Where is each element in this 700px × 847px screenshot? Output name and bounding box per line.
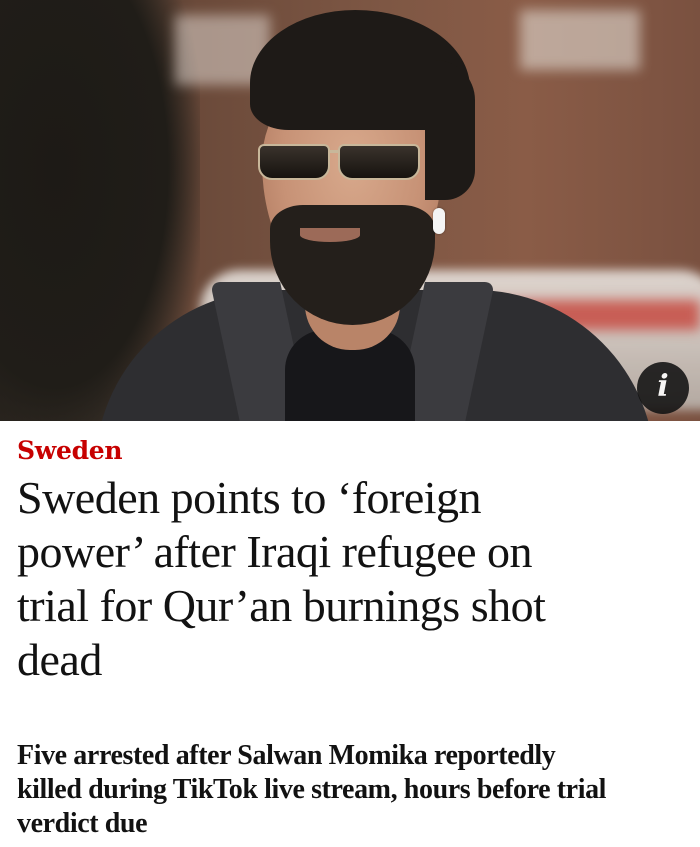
hero-person-mouth [300,228,360,242]
hero-person-earbud [433,208,445,234]
standfirst-line: Five arrested after Salwan Momika report… [17,740,556,771]
section-label[interactable]: Sweden [17,434,123,468]
image-info-button[interactable]: i [637,362,689,414]
article-page: i Sweden Sweden points to ‘foreign power… [0,0,700,847]
hero-person-hair [425,60,475,200]
headline: Sweden points to ‘foreign power’ after I… [17,471,687,687]
headline-line: Sweden points to ‘foreign [17,472,482,523]
info-icon: i [657,369,669,404]
standfirst-line: verdict due [17,808,148,839]
headline-line: dead [17,634,102,685]
standfirst: Five arrested after Salwan Momika report… [17,739,697,841]
standfirst-line: killed during TikTok live stream, hours … [17,774,607,805]
headline-line: power’ after Iraqi refugee on [17,526,533,577]
hero-person-sunglasses [258,144,330,180]
hero-person-sunglasses [338,144,420,180]
hero-image[interactable]: i [0,0,700,421]
hero-person-sunglasses-bridge [328,150,340,153]
hero-background-window [520,10,640,70]
headline-line: trial for Qur’an burnings shot [17,580,546,631]
